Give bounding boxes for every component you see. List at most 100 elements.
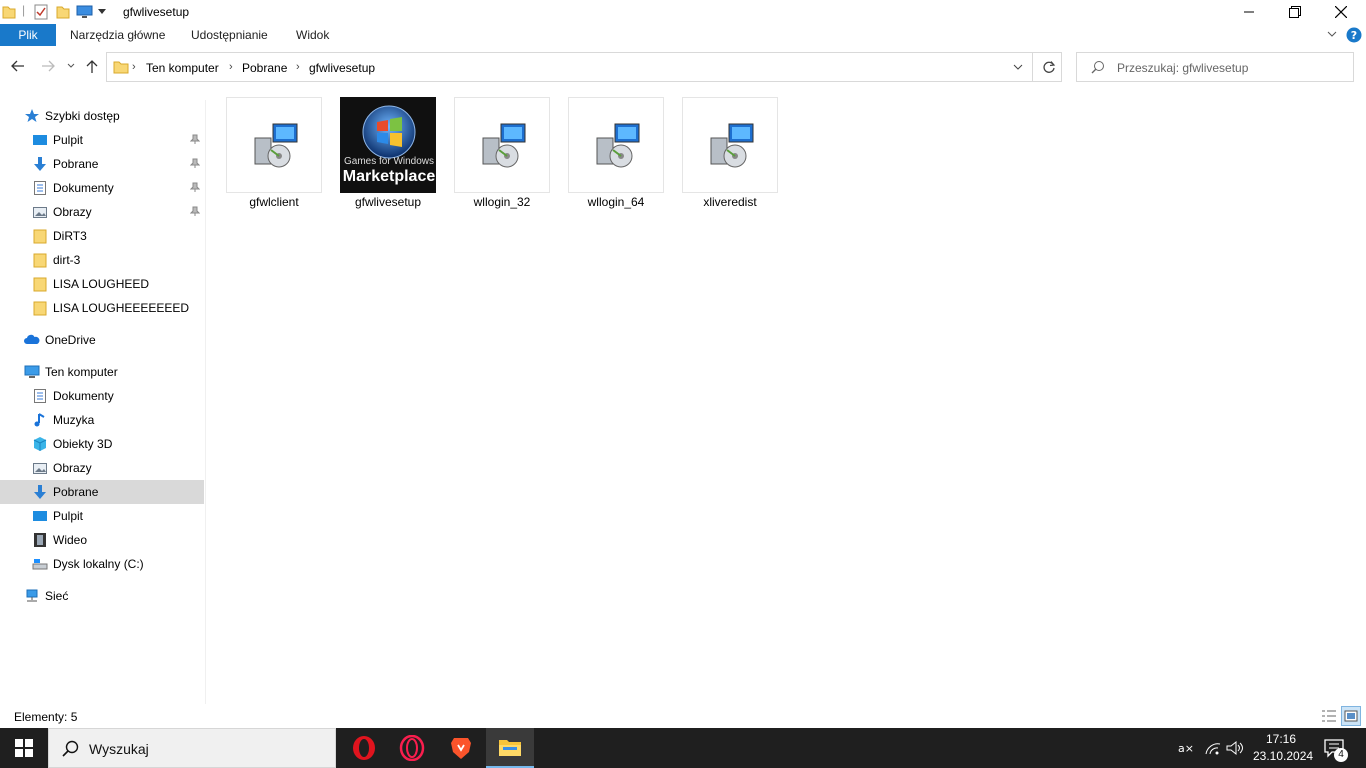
chevron-right-icon[interactable]: › [296, 61, 300, 73]
forward-arrow-icon[interactable] [41, 60, 55, 72]
file-name[interactable]: gfwlivesetup [333, 195, 443, 209]
installer-icon [596, 123, 640, 168]
nav-this-pc[interactable]: Ten komputer [0, 360, 204, 384]
start-button[interactable] [0, 728, 48, 768]
opera-gx-icon [399, 735, 425, 761]
download-arrow-icon [34, 157, 46, 171]
file-tile-thumbnail[interactable]: Games for Windows Marketplace [340, 97, 436, 193]
nav-label: Pulpit [53, 133, 84, 147]
film-icon [34, 533, 46, 547]
nav-pc-music[interactable]: Muzyka [0, 408, 204, 432]
new-folder-icon[interactable] [56, 4, 70, 20]
title-bar: | gfwlivesetup [0, 0, 1366, 24]
computer-icon[interactable] [76, 4, 94, 20]
breadcrumb-this-pc[interactable]: Ten komputer [146, 61, 219, 75]
large-icons-view-button[interactable] [1341, 706, 1361, 726]
details-view-icon[interactable] [1321, 709, 1337, 723]
folder-icon [33, 253, 47, 268]
file-name[interactable]: wllogin_64 [561, 195, 671, 209]
folder-icon [33, 301, 47, 316]
notification-count-badge: 4 [1334, 748, 1348, 762]
breadcrumb-downloads[interactable]: Pobrane [242, 61, 287, 75]
nav-pc-desktop[interactable]: Pulpit [0, 504, 204, 528]
file-tile[interactable] [682, 97, 778, 193]
expand-ribbon-icon[interactable] [1327, 31, 1337, 39]
file-name[interactable]: wllogin_32 [447, 195, 557, 209]
nav-label: Wideo [53, 533, 88, 547]
divider [1032, 53, 1033, 81]
pin-icon[interactable] [190, 182, 200, 192]
refresh-icon[interactable] [1042, 60, 1056, 74]
taskbar-app-brave[interactable] [437, 728, 485, 768]
network-wifi-icon[interactable] [1204, 740, 1222, 756]
breadcrumb-current-folder[interactable]: gfwlivesetup [309, 61, 375, 75]
nav-pc-videos[interactable]: Wideo [0, 528, 204, 552]
taskbar-app-opera-gx[interactable] [388, 728, 436, 768]
nav-label: Pobrane [53, 157, 99, 171]
pin-icon[interactable] [190, 158, 200, 168]
chevron-right-icon[interactable]: › [132, 61, 136, 73]
nav-pc-3d-objects[interactable]: Obiekty 3D [0, 432, 204, 456]
nav-label: Obrazy [53, 461, 92, 475]
nav-label: Obiekty 3D [53, 437, 113, 451]
nav-quick-downloads[interactable]: Pobrane [0, 152, 204, 176]
nav-network[interactable]: Sieć [0, 584, 204, 608]
taskbar-app-opera[interactable] [340, 728, 388, 768]
back-arrow-icon[interactable] [11, 60, 25, 72]
address-history-chevron-icon[interactable] [1013, 64, 1023, 71]
chevron-right-icon[interactable]: › [229, 61, 233, 73]
pin-icon[interactable] [190, 206, 200, 216]
file-tile[interactable] [454, 97, 550, 193]
nav-pc-documents[interactable]: Dokumenty [0, 384, 204, 408]
pin-icon[interactable] [190, 134, 200, 144]
computer-icon [24, 365, 40, 378]
ribbon-tabs: Plik Narzędzia główne Udostępnianie Wido… [0, 24, 1366, 46]
clock-time[interactable]: 17:16 [1266, 732, 1296, 746]
tab-file[interactable]: Plik [0, 24, 56, 46]
svg-text:?: ? [1351, 29, 1357, 42]
taskbar-app-file-explorer[interactable] [486, 728, 534, 768]
drive-icon [32, 559, 48, 570]
tab-home[interactable]: Narzędzia główne [70, 24, 165, 46]
volume-icon[interactable] [1226, 740, 1244, 756]
file-name[interactable]: xliveredist [675, 195, 785, 209]
nav-quick-dirt3[interactable]: DiRT3 [0, 224, 204, 248]
installer-icon [482, 123, 526, 168]
nav-label: Dokumenty [53, 181, 114, 195]
language-keyboard-icon[interactable]: a× [1178, 740, 1196, 756]
taskbar-search-box[interactable]: Wyszukaj [48, 728, 336, 768]
clock-date[interactable]: 23.10.2024 [1253, 749, 1313, 763]
nav-label: Obrazy [53, 205, 92, 219]
nav-label: DiRT3 [53, 229, 87, 243]
file-name[interactable]: gfwlclient [219, 195, 329, 209]
recent-locations-icon[interactable] [67, 63, 75, 69]
chevron-down-icon[interactable] [98, 9, 106, 15]
help-icon[interactable]: ? [1346, 27, 1362, 43]
close-button[interactable] [1318, 0, 1364, 24]
search-placeholder: Przeszukaj: gfwlivesetup [1117, 61, 1249, 75]
up-arrow-icon[interactable] [86, 59, 98, 73]
address-bar[interactable]: › Ten komputer › Pobrane › gfwlivesetup [106, 52, 1062, 82]
tab-share[interactable]: Udostępnianie [191, 24, 268, 46]
taskbar-search-placeholder: Wyszukaj [89, 741, 149, 757]
nav-pc-downloads[interactable]: Pobrane [0, 480, 204, 504]
restore-button[interactable] [1272, 0, 1318, 24]
properties-icon[interactable] [34, 4, 48, 20]
file-explorer-icon [499, 740, 521, 756]
file-tile[interactable] [226, 97, 322, 193]
nav-quick-pictures[interactable]: Obrazy [0, 200, 204, 224]
nav-pc-pictures[interactable]: Obrazy [0, 456, 204, 480]
nav-quick-documents[interactable]: Dokumenty [0, 176, 204, 200]
nav-pc-local-disk[interactable]: Dysk lokalny (C:) [0, 552, 204, 576]
nav-quick-dirt-3[interactable]: dirt-3 [0, 248, 204, 272]
file-tile[interactable] [568, 97, 664, 193]
nav-quick-access[interactable]: Szybki dostęp [0, 104, 204, 128]
minimize-button[interactable] [1226, 0, 1272, 24]
large-icons-view-icon [1344, 710, 1358, 722]
nav-quick-lisa-lougheeeeeeed[interactable]: LISA LOUGHEEEEEEED [0, 296, 204, 320]
nav-onedrive[interactable]: OneDrive [0, 328, 204, 352]
nav-quick-pulpit[interactable]: Pulpit [0, 128, 204, 152]
nav-quick-lisa-lougheed[interactable]: LISA LOUGHEED [0, 272, 204, 296]
tab-view[interactable]: Widok [296, 24, 329, 46]
search-box[interactable]: Przeszukaj: gfwlivesetup [1076, 52, 1354, 82]
